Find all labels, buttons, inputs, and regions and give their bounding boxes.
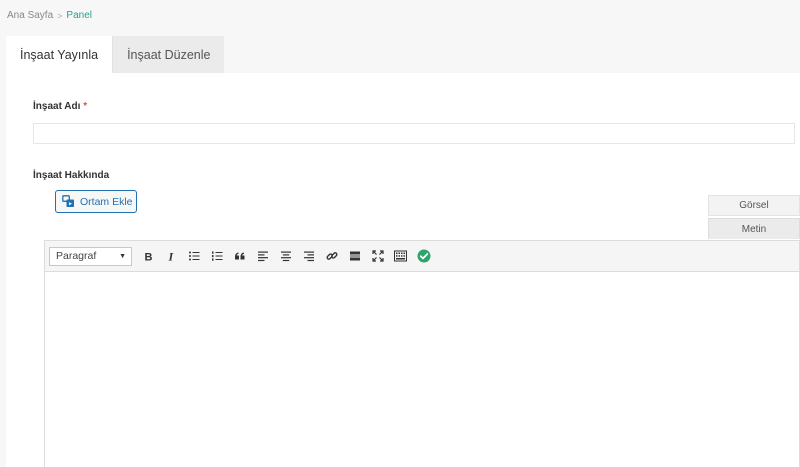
chevron-down-icon: ▼: [119, 252, 126, 260]
tab-visual-mode[interactable]: Görsel: [708, 195, 800, 216]
blockquote-button[interactable]: [228, 245, 251, 267]
form-panel: İnşaat Adı * İnşaat Hakkında Ortam Ekle …: [6, 73, 800, 467]
read-more-icon: [349, 251, 360, 261]
construction-name-input[interactable]: [33, 123, 795, 144]
bold-icon: B: [144, 252, 152, 263]
bold-button[interactable]: B: [136, 245, 159, 267]
fullscreen-button[interactable]: [366, 245, 389, 267]
add-media-button[interactable]: Ortam Ekle: [55, 190, 137, 213]
toolbar-toggle-button[interactable]: [389, 245, 412, 267]
svg-text:I: I: [167, 250, 174, 262]
breadcrumb-home[interactable]: Ana Sayfa: [7, 10, 53, 21]
format-select[interactable]: Paragraf ▼: [49, 246, 132, 266]
breadcrumb-current[interactable]: Panel: [66, 10, 92, 21]
breadcrumb: Ana Sayfa > Panel: [7, 10, 92, 21]
breadcrumb-separator: >: [57, 10, 63, 21]
numbered-list-button[interactable]: [205, 245, 228, 267]
add-media-label: Ortam Ekle: [80, 195, 133, 208]
insert-link-button[interactable]: [320, 245, 343, 267]
align-left-button[interactable]: [251, 245, 274, 267]
rich-text-editor: Paragraf ▼ B I: [44, 240, 800, 467]
check-circle-icon: [417, 249, 430, 263]
italic-icon: I: [167, 250, 174, 262]
format-select-value: Paragraf: [56, 250, 97, 262]
toolbar-toggle-icon: [394, 250, 407, 262]
tab-insaat-yayinla[interactable]: İnşaat Yayınla: [6, 36, 113, 73]
check-button[interactable]: [412, 245, 435, 267]
align-center-button[interactable]: [274, 245, 297, 267]
align-right-button[interactable]: [297, 245, 320, 267]
blockquote-icon: [234, 252, 244, 260]
italic-button[interactable]: I: [159, 245, 182, 267]
numbered-list-icon: [211, 251, 222, 261]
tab-text-mode[interactable]: Metin: [708, 218, 800, 239]
tab-insaat-duzenle[interactable]: İnşaat Düzenle: [112, 36, 225, 73]
about-field-label: İnşaat Hakkında: [33, 170, 110, 181]
tab-bar: İnşaat Yayınla İnşaat Düzenle: [6, 36, 225, 73]
align-left-icon: [257, 251, 268, 262]
read-more-button[interactable]: [343, 245, 366, 267]
link-icon: [325, 252, 338, 260]
svg-text:B: B: [144, 252, 152, 263]
editor-content-area[interactable]: [45, 272, 799, 467]
align-right-icon: [303, 251, 314, 262]
name-label-text: İnşaat Adı: [33, 101, 81, 112]
fullscreen-icon: [371, 250, 384, 262]
bullet-list-button[interactable]: [182, 245, 205, 267]
bullet-list-icon: [188, 251, 199, 261]
name-field-label: İnşaat Adı *: [33, 101, 87, 112]
required-mark: *: [83, 101, 88, 112]
media-icon: [62, 195, 74, 207]
align-center-icon: [280, 251, 291, 262]
editor-toolbar: Paragraf ▼ B I: [45, 241, 799, 272]
